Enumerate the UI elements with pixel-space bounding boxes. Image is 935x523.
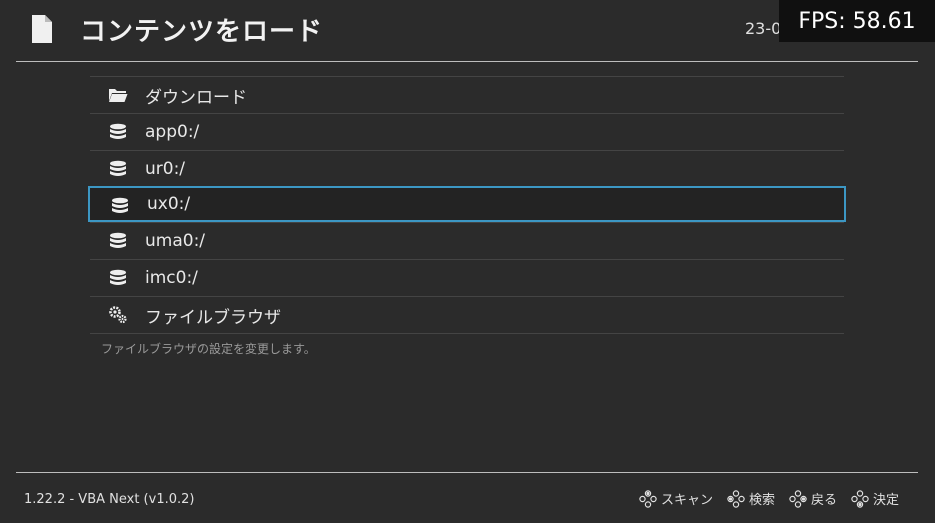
- menu-item-ur0[interactable]: ur0:/: [90, 150, 844, 187]
- content-menu-list: ダウンロード app0:/ ur0:/ ux0:/ uma0:/ imc0:/ …: [88, 76, 846, 334]
- document-icon: [32, 15, 52, 43]
- database-icon: [110, 196, 130, 216]
- menu-item-downloads[interactable]: ダウンロード: [90, 76, 844, 113]
- menu-item-label: ux0:/: [147, 194, 191, 214]
- hint-label: スキャン: [660, 493, 713, 508]
- menu-item-app0[interactable]: app0:/: [90, 113, 844, 150]
- button-hints: スキャン 検索 戻る 決定: [639, 489, 899, 508]
- version-label: 1.22.2 - VBA Next (v1.0.2): [24, 492, 195, 507]
- hint-label: 検索: [748, 493, 775, 508]
- retroarch-load-content-screen: コンテンツをロード 23-03 00:07 FPS: 58.61 ダウンロード: [0, 0, 935, 523]
- hint-ok[interactable]: 決定: [851, 489, 899, 508]
- menu-item-label: app0:/: [145, 122, 200, 142]
- hint-label: 戻る: [810, 493, 837, 508]
- menu-item-ux0[interactable]: ux0:/: [88, 186, 846, 222]
- hint-label: 決定: [872, 493, 899, 508]
- menu-item-label: uma0:/: [145, 231, 206, 251]
- menu-item-imc0[interactable]: imc0:/: [90, 259, 844, 296]
- gamepad-button-icon: [727, 489, 745, 508]
- database-icon: [108, 159, 128, 179]
- footer-divider: [16, 472, 918, 473]
- folder-icon: [108, 85, 128, 105]
- hint-scan[interactable]: スキャン: [639, 489, 713, 508]
- gears-icon: [108, 305, 128, 325]
- gamepad-button-icon: [639, 489, 657, 508]
- menu-item-label: ur0:/: [145, 159, 186, 179]
- menu-item-uma0[interactable]: uma0:/: [90, 222, 844, 259]
- header: コンテンツをロード 23-03 00:07 FPS: 58.61: [0, 0, 935, 60]
- fps-overlay: FPS: 58.61: [779, 0, 935, 42]
- menu-item-label: ダウンロード: [145, 87, 247, 108]
- menu-item-label: imc0:/: [145, 268, 198, 288]
- gamepad-button-icon: [851, 489, 869, 508]
- database-icon: [108, 231, 128, 251]
- database-icon: [108, 122, 128, 142]
- menu-item-file-browser[interactable]: ファイルブラウザ: [90, 296, 844, 334]
- page-title: コンテンツをロード: [80, 17, 324, 47]
- gamepad-button-icon: [789, 489, 807, 508]
- selection-description: ファイルブラウザの設定を変更します。: [101, 342, 316, 356]
- hint-search[interactable]: 検索: [727, 489, 775, 508]
- menu-item-label: ファイルブラウザ: [145, 307, 281, 328]
- header-divider: [16, 61, 918, 62]
- hint-back[interactable]: 戻る: [789, 489, 837, 508]
- database-icon: [108, 268, 128, 288]
